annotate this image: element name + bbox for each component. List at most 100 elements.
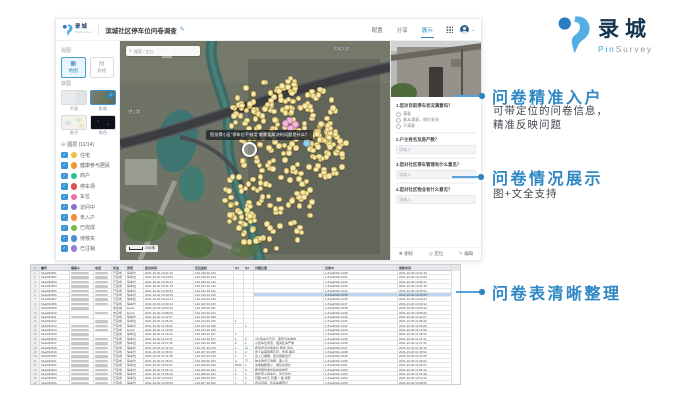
survey-marker[interactable] — [281, 151, 287, 157]
survey-marker[interactable] — [227, 212, 233, 218]
survey-marker[interactable] — [242, 121, 248, 127]
survey-marker[interactable] — [266, 145, 272, 151]
survey-marker[interactable] — [260, 113, 266, 119]
survey-marker[interactable] — [233, 120, 239, 126]
survey-marker[interactable] — [337, 145, 343, 151]
survey-marker[interactable] — [288, 221, 294, 227]
survey-marker[interactable] — [276, 197, 282, 203]
survey-marker[interactable] — [273, 206, 279, 212]
survey-marker[interactable] — [297, 225, 303, 231]
survey-marker[interactable] — [258, 186, 264, 192]
survey-marker[interactable] — [235, 95, 241, 101]
survey-marker[interactable] — [289, 198, 295, 204]
user-avatar[interactable] — [460, 25, 469, 34]
survey-marker[interactable] — [272, 117, 278, 123]
survey-marker[interactable] — [302, 103, 308, 109]
edit-title-icon[interactable]: ✎ — [180, 26, 185, 33]
survey-marker[interactable] — [230, 174, 236, 180]
legend-item[interactable]: ✓住宅 — [61, 150, 114, 160]
survey-marker[interactable] — [241, 232, 247, 238]
survey-marker[interactable] — [317, 137, 323, 143]
locate-button[interactable]: ◎ 定位 — [429, 251, 443, 257]
survey-marker[interactable] — [307, 204, 313, 210]
survey-marker[interactable] — [241, 239, 247, 245]
legend-item[interactable]: ✓商户 — [61, 171, 114, 181]
answer-input[interactable]: 请输入 — [396, 170, 476, 179]
legend-item[interactable]: ✓已完成 — [61, 223, 114, 233]
survey-marker[interactable] — [306, 164, 312, 170]
legend-item[interactable]: ✓已注销 — [61, 244, 114, 254]
chevron-down-icon[interactable]: ⌄ — [471, 27, 475, 33]
basemap-electronic[interactable]: 电子 — [61, 115, 87, 137]
survey-marker[interactable] — [247, 101, 253, 107]
survey-marker[interactable] — [296, 176, 302, 182]
map-canvas[interactable]: 滨城大道 望江路 您觉得小区“停车位不够用”最需要解决的问题是什么？ 200米 — [120, 41, 390, 260]
survey-marker[interactable] — [271, 158, 277, 164]
survey-marker[interactable] — [240, 158, 246, 164]
answer-input[interactable]: 请输入 — [396, 145, 476, 154]
survey-marker[interactable] — [266, 194, 272, 200]
survey-marker[interactable] — [239, 188, 245, 194]
survey-marker[interactable] — [296, 96, 302, 102]
survey-marker[interactable] — [337, 138, 343, 144]
survey-marker[interactable] — [267, 203, 273, 209]
survey-marker[interactable] — [259, 168, 265, 174]
survey-marker[interactable] — [239, 103, 245, 109]
survey-marker[interactable] — [314, 131, 320, 137]
survey-marker[interactable] — [301, 194, 307, 200]
radio-option[interactable]: 不满意 — [396, 123, 476, 129]
table-row[interactable]: 2661a2f3c826已完成停车位2021-10-30 12:08:56120… — [31, 381, 460, 385]
survey-marker[interactable] — [276, 88, 282, 94]
survey-photo[interactable] — [391, 41, 481, 97]
survey-marker[interactable] — [291, 82, 297, 88]
survey-marker[interactable] — [247, 239, 253, 245]
survey-marker[interactable] — [244, 108, 250, 114]
survey-marker[interactable] — [315, 144, 321, 150]
survey-marker[interactable] — [313, 167, 319, 173]
survey-marker[interactable] — [285, 79, 291, 85]
survey-marker[interactable] — [267, 236, 273, 242]
survey-marker[interactable] — [290, 99, 296, 105]
legend-item[interactable]: ✓未入户 — [61, 212, 114, 222]
survey-marker[interactable] — [300, 190, 306, 196]
layers-header[interactable]: ⊖ 图层 (11/14) — [61, 141, 114, 148]
survey-marker[interactable] — [267, 183, 273, 189]
nav-item-config[interactable]: 配置 — [371, 22, 384, 37]
survey-marker[interactable] — [251, 91, 257, 97]
survey-marker[interactable] — [299, 230, 305, 236]
survey-marker[interactable] — [263, 248, 269, 254]
survey-marker[interactable] — [270, 166, 276, 172]
survey-marker[interactable] — [327, 144, 333, 150]
survey-marker[interactable] — [276, 143, 282, 149]
survey-marker[interactable] — [339, 164, 345, 170]
survey-marker[interactable] — [227, 219, 233, 225]
survey-marker[interactable] — [279, 83, 285, 89]
survey-marker[interactable] — [305, 92, 311, 98]
survey-marker[interactable] — [287, 177, 293, 183]
legend-item[interactable]: ✓访问中 — [61, 202, 114, 212]
survey-marker[interactable] — [243, 85, 249, 91]
survey-marker[interactable] — [294, 191, 300, 197]
survey-marker[interactable] — [289, 109, 295, 115]
survey-marker[interactable] — [260, 194, 266, 200]
survey-marker[interactable] — [258, 174, 264, 180]
survey-marker[interactable] — [231, 113, 237, 119]
survey-marker[interactable] — [234, 201, 240, 207]
survey-marker[interactable] — [317, 87, 323, 93]
survey-marker[interactable] — [330, 105, 336, 111]
survey-marker[interactable] — [256, 124, 262, 130]
basemap-satellite[interactable]: 影像 — [90, 90, 116, 112]
survey-marker[interactable] — [268, 90, 274, 96]
survey-marker[interactable] — [318, 121, 324, 127]
view-mode-map[interactable]: ▦ 地图 — [61, 57, 86, 78]
survey-marker[interactable] — [236, 225, 242, 231]
nav-item-display[interactable]: 展示 — [421, 22, 434, 38]
survey-marker[interactable] — [278, 206, 284, 212]
survey-marker[interactable] — [251, 109, 257, 115]
survey-marker[interactable] — [298, 105, 304, 111]
survey-marker[interactable] — [310, 113, 316, 119]
edit-button[interactable]: ✎ 编辑 — [459, 251, 473, 257]
nav-item-share[interactable]: 分享 — [396, 22, 409, 37]
survey-marker[interactable] — [295, 237, 301, 243]
survey-marker[interactable] — [253, 116, 259, 122]
